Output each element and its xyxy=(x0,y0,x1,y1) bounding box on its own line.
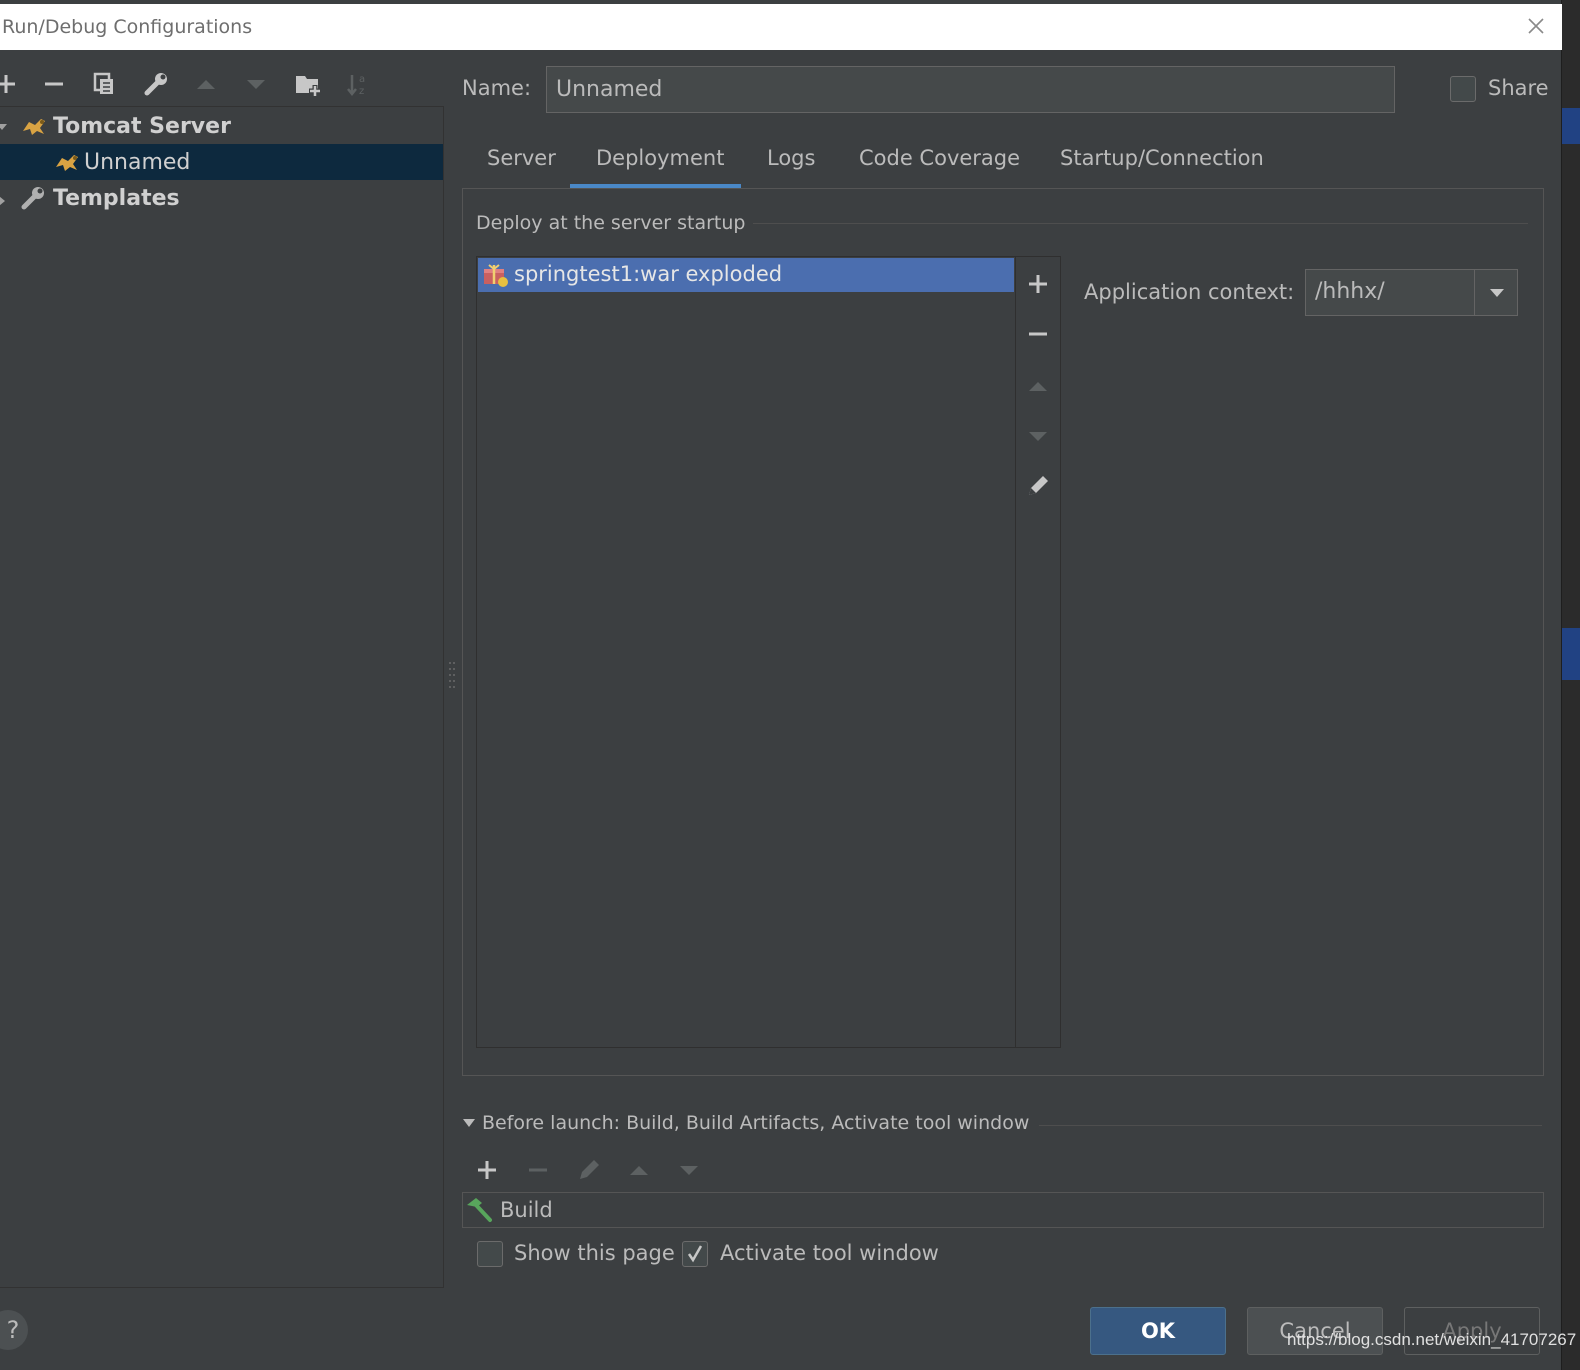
tree-label: Tomcat Server xyxy=(53,114,231,139)
tab-code-coverage[interactable]: Code Coverage xyxy=(859,146,1020,170)
tab-server[interactable]: Server xyxy=(487,146,556,170)
add-icon[interactable] xyxy=(0,68,22,100)
move-down-icon[interactable] xyxy=(240,68,272,100)
ok-button[interactable]: OK xyxy=(1090,1307,1226,1355)
activate-tool-window-label[interactable]: Activate tool window xyxy=(720,1241,939,1265)
collapse-arrow-icon xyxy=(463,1119,475,1127)
add-icon[interactable] xyxy=(1022,268,1054,300)
show-page-label[interactable]: Show this page xyxy=(514,1241,675,1265)
share-label[interactable]: Share xyxy=(1488,76,1549,100)
chevron-down-icon[interactable] xyxy=(1478,270,1516,315)
tree-item-unnamed[interactable]: Unnamed xyxy=(0,144,443,180)
move-down-icon[interactable] xyxy=(1022,420,1054,452)
move-up-icon[interactable] xyxy=(190,68,222,100)
title-bar: Run/Debug Configurations xyxy=(0,4,1562,50)
checkmark-icon xyxy=(687,1245,703,1263)
remove-icon[interactable] xyxy=(38,68,70,100)
edit-icon[interactable] xyxy=(1022,470,1054,502)
new-folder-icon[interactable] xyxy=(292,68,324,100)
tree-item-templates[interactable]: Templates xyxy=(0,180,443,216)
tab-logs[interactable]: Logs xyxy=(767,146,815,170)
copy-icon[interactable] xyxy=(88,68,120,100)
show-page-checkbox[interactable] xyxy=(477,1241,503,1267)
tree-label: Templates xyxy=(53,186,180,211)
name-input[interactable] xyxy=(546,66,1395,113)
build-hammer-icon xyxy=(464,1196,494,1228)
svg-text:z: z xyxy=(359,86,364,97)
before-launch-header[interactable]: Before launch: Build, Build Artifacts, A… xyxy=(462,1112,1040,1134)
app-context-value[interactable]: /hhhx/ xyxy=(1315,279,1385,304)
deploy-group-title: Deploy at the server startup xyxy=(476,212,754,234)
tomcat-icon xyxy=(53,150,81,178)
background-highlight xyxy=(1562,628,1580,680)
close-icon[interactable] xyxy=(1524,14,1548,38)
move-down-icon[interactable] xyxy=(673,1154,705,1186)
before-launch-title: Before launch: Build, Build Artifacts, A… xyxy=(482,1112,1030,1134)
move-up-icon[interactable] xyxy=(1022,370,1054,402)
config-toolbar: az xyxy=(0,60,444,106)
tree-item-tomcat-server[interactable]: Tomcat Server xyxy=(0,108,443,144)
before-launch-list xyxy=(462,1192,1544,1228)
sort-icon[interactable]: az xyxy=(342,68,374,100)
expand-arrow-icon[interactable] xyxy=(0,118,8,137)
artifact-icon xyxy=(482,261,510,293)
wrench-icon[interactable] xyxy=(140,68,172,100)
share-checkbox[interactable] xyxy=(1450,76,1476,102)
svg-text:a: a xyxy=(359,74,365,85)
tab-startup-connection[interactable]: Startup/Connection xyxy=(1060,146,1264,170)
tomcat-icon xyxy=(20,114,48,142)
combo-separator xyxy=(1474,270,1475,315)
remove-icon[interactable] xyxy=(1022,318,1054,350)
artifact-label: springtest1:war exploded xyxy=(514,262,783,286)
activate-tool-window-checkbox[interactable] xyxy=(682,1241,708,1267)
remove-icon[interactable] xyxy=(522,1154,554,1186)
move-up-icon[interactable] xyxy=(623,1154,655,1186)
app-context-label: Application context: xyxy=(1084,280,1295,304)
tab-deployment[interactable]: Deployment xyxy=(596,146,724,170)
edit-icon[interactable] xyxy=(573,1154,605,1186)
add-icon[interactable] xyxy=(471,1154,503,1186)
tree-label: Unnamed xyxy=(84,150,191,175)
wrench-icon xyxy=(20,185,46,215)
watermark: https://blog.csdn.net/weixin_41707267 xyxy=(1287,1330,1577,1349)
artifact-list xyxy=(476,256,1016,1048)
splitter-handle[interactable] xyxy=(448,660,456,692)
window-title: Run/Debug Configurations xyxy=(2,16,253,38)
collapse-arrow-icon[interactable] xyxy=(0,192,8,211)
name-label: Name: xyxy=(462,76,532,100)
config-tree: Tomcat Server Unnamed Templates xyxy=(0,106,444,1288)
background-window-edge xyxy=(1562,50,1580,1370)
background-highlight xyxy=(1562,108,1580,144)
list-item[interactable]: Build xyxy=(500,1198,553,1222)
